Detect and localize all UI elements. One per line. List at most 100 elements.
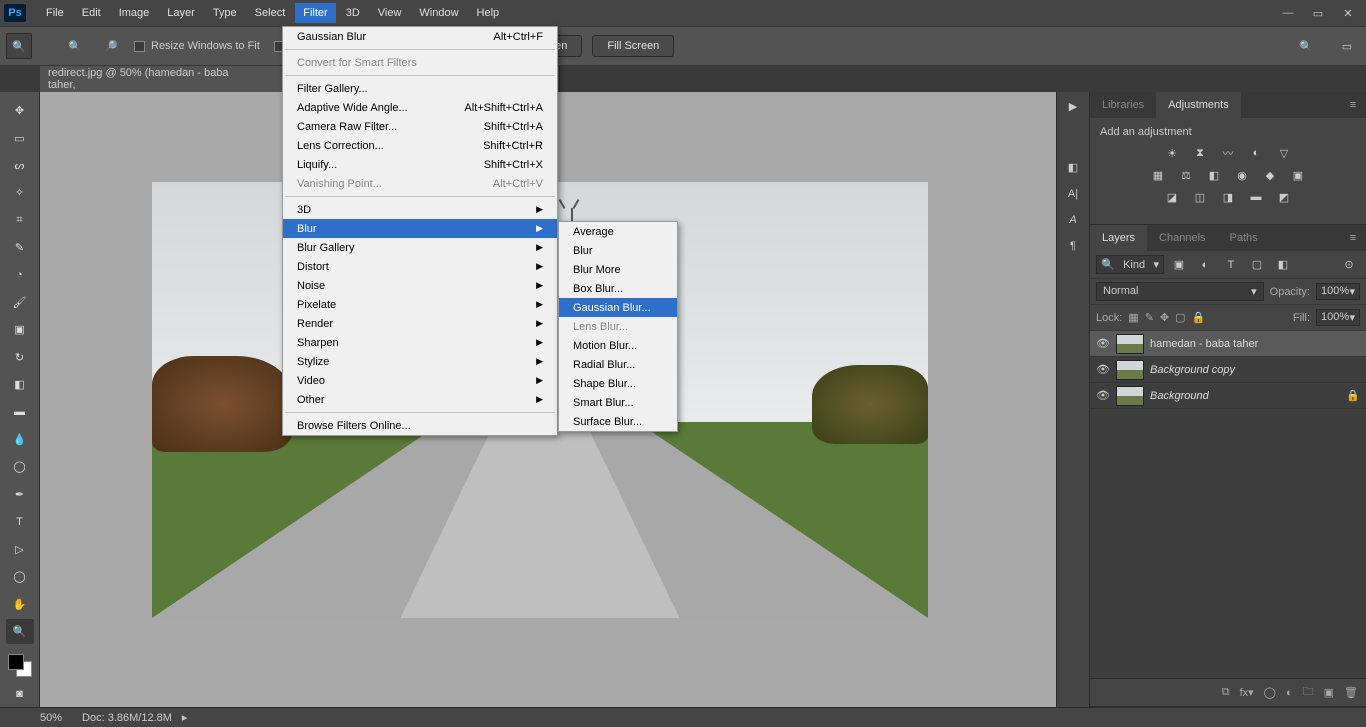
- opacity-field[interactable]: 100%▾: [1316, 283, 1360, 300]
- zoom-out-icon[interactable]: 🔎: [98, 33, 124, 59]
- balance-icon[interactable]: ⚖: [1175, 166, 1197, 184]
- menu-item[interactable]: Blur: [559, 241, 677, 260]
- history-icon[interactable]: ◧: [1068, 161, 1078, 174]
- marquee-tool[interactable]: ▭: [6, 125, 34, 150]
- zoom-field[interactable]: 50%: [40, 712, 62, 724]
- menu-window[interactable]: Window: [411, 3, 466, 23]
- filter-type-icon[interactable]: T: [1220, 256, 1242, 274]
- crop-tool[interactable]: ⌗: [6, 208, 34, 233]
- history-brush-tool[interactable]: ↻: [6, 345, 34, 370]
- brush-tool[interactable]: 🖌: [6, 290, 34, 315]
- tab-channels[interactable]: Channels: [1147, 225, 1217, 251]
- posterize-icon[interactable]: ◫: [1189, 188, 1211, 206]
- pen-tool[interactable]: ✒: [6, 482, 34, 507]
- lock-transparent-icon[interactable]: ▦: [1128, 311, 1138, 324]
- invert-icon[interactable]: ◪: [1161, 188, 1183, 206]
- new-layer-icon[interactable]: ▣: [1324, 686, 1334, 699]
- tab-adjustments[interactable]: Adjustments: [1156, 92, 1241, 118]
- zoom-in-icon[interactable]: 🔍: [62, 33, 88, 59]
- menu-item[interactable]: Blur Gallery▶: [283, 238, 557, 257]
- menu-item[interactable]: Video▶: [283, 371, 557, 390]
- menu-item[interactable]: Radial Blur...: [559, 355, 677, 374]
- channel-mixer-icon[interactable]: ◆: [1259, 166, 1281, 184]
- hue-icon[interactable]: ▦: [1147, 166, 1169, 184]
- move-tool[interactable]: ✥: [6, 98, 34, 123]
- menu-help[interactable]: Help: [469, 3, 508, 23]
- menu-item[interactable]: Lens Correction...Shift+Ctrl+R: [283, 136, 557, 155]
- menu-view[interactable]: View: [370, 3, 410, 23]
- menu-item[interactable]: Box Blur...: [559, 279, 677, 298]
- menu-item[interactable]: Browse Filters Online...: [283, 416, 557, 435]
- menu-type[interactable]: Type: [205, 3, 245, 23]
- healing-brush-tool[interactable]: ◔: [6, 262, 34, 287]
- menu-item[interactable]: Filter Gallery...: [283, 79, 557, 98]
- menu-item[interactable]: Other▶: [283, 390, 557, 409]
- layer-row[interactable]: 👁Background copy: [1090, 357, 1366, 383]
- resize-windows-checkbox[interactable]: Resize Windows to Fit: [134, 40, 260, 52]
- visibility-icon[interactable]: 👁: [1096, 337, 1110, 350]
- levels-icon[interactable]: ⧗: [1189, 144, 1211, 162]
- search-icon[interactable]: 🔍: [1294, 34, 1318, 58]
- blur-tool[interactable]: 💧: [6, 427, 34, 452]
- selective-color-icon[interactable]: ◩: [1273, 188, 1295, 206]
- layer-row[interactable]: 👁Background🔒: [1090, 383, 1366, 409]
- character-icon[interactable]: A|: [1068, 188, 1078, 200]
- vibrance-icon[interactable]: ▽: [1273, 144, 1295, 162]
- menu-filter[interactable]: Filter: [295, 3, 335, 23]
- menu-item[interactable]: Smart Blur...: [559, 393, 677, 412]
- tab-libraries[interactable]: Libraries: [1090, 92, 1156, 118]
- fill-field[interactable]: 100%▾: [1316, 309, 1360, 326]
- menu-item[interactable]: 3D▶: [283, 200, 557, 219]
- menu-item[interactable]: Motion Blur...: [559, 336, 677, 355]
- quick-mask-tool[interactable]: ◙: [6, 681, 34, 706]
- filter-smart-icon[interactable]: ◧: [1272, 256, 1294, 274]
- panel-menu-icon[interactable]: ≡: [1340, 225, 1366, 251]
- menu-file[interactable]: File: [38, 3, 72, 23]
- close-button[interactable]: ✕: [1334, 3, 1362, 23]
- menu-image[interactable]: Image: [111, 3, 158, 23]
- filter-shape-icon[interactable]: ▢: [1246, 256, 1268, 274]
- menu-item[interactable]: Render▶: [283, 314, 557, 333]
- tab-layers[interactable]: Layers: [1090, 225, 1147, 251]
- maximize-button[interactable]: ▭: [1304, 3, 1332, 23]
- layer-filter-kind[interactable]: 🔍Kind▾: [1096, 255, 1164, 274]
- bw-icon[interactable]: ◧: [1203, 166, 1225, 184]
- fill-screen-button[interactable]: Fill Screen: [592, 35, 674, 57]
- visibility-icon[interactable]: 👁: [1096, 389, 1110, 402]
- curves-icon[interactable]: 〰: [1217, 144, 1239, 162]
- menu-edit[interactable]: Edit: [74, 3, 109, 23]
- clone-stamp-tool[interactable]: ▣: [6, 317, 34, 342]
- menu-item[interactable]: Average: [559, 222, 677, 241]
- layer-row[interactable]: 👁hamedan - baba taher: [1090, 331, 1366, 357]
- fx-icon[interactable]: fx▾: [1240, 686, 1254, 699]
- tab-paths[interactable]: Paths: [1218, 225, 1270, 251]
- filter-adjust-icon[interactable]: ◐: [1194, 256, 1216, 274]
- doc-size-field[interactable]: Doc: 3.86M/12.8M▸: [82, 711, 187, 724]
- lock-artboard-icon[interactable]: ▢: [1175, 311, 1185, 324]
- menu-item[interactable]: Surface Blur...: [559, 412, 677, 431]
- lasso-tool[interactable]: ᔕ: [6, 153, 34, 178]
- lock-position-icon[interactable]: ✥: [1160, 311, 1169, 324]
- color-swatches[interactable]: [6, 652, 34, 679]
- menu-item[interactable]: Noise▶: [283, 276, 557, 295]
- blend-mode-select[interactable]: Normal▾: [1096, 282, 1264, 301]
- menu-item[interactable]: Liquify...Shift+Ctrl+X: [283, 155, 557, 174]
- tool-preset-button[interactable]: 🔍: [6, 33, 32, 59]
- workspace-icon[interactable]: ▭: [1334, 33, 1360, 59]
- photo-filter-icon[interactable]: ◉: [1231, 166, 1253, 184]
- color-lookup-icon[interactable]: ▣: [1287, 166, 1309, 184]
- menu-item[interactable]: Gaussian BlurAlt+Ctrl+F: [283, 27, 557, 46]
- glyphs-icon[interactable]: A: [1069, 214, 1076, 226]
- menu-item[interactable]: Sharpen▶: [283, 333, 557, 352]
- delete-layer-icon[interactable]: 🗑: [1344, 686, 1358, 699]
- menu-item[interactable]: Adaptive Wide Angle...Alt+Shift+Ctrl+A: [283, 98, 557, 117]
- new-adjustment-icon[interactable]: ◐: [1286, 687, 1293, 699]
- link-layers-icon[interactable]: ⧉: [1222, 686, 1230, 699]
- menu-item[interactable]: Camera Raw Filter...Shift+Ctrl+A: [283, 117, 557, 136]
- paragraph-icon[interactable]: ¶: [1070, 240, 1076, 252]
- menu-3d[interactable]: 3D: [338, 3, 368, 23]
- zoom-tool[interactable]: 🔍: [6, 619, 34, 644]
- magic-wand-tool[interactable]: ✧: [6, 180, 34, 205]
- path-select-tool[interactable]: ▷: [6, 537, 34, 562]
- panel-menu-icon[interactable]: ≡: [1340, 92, 1366, 118]
